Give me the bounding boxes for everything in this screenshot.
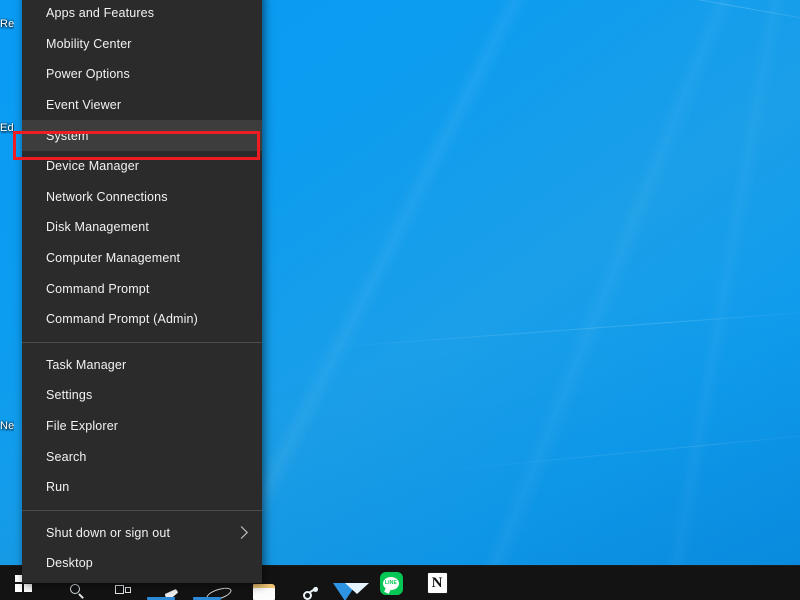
menu-item-label: File Explorer [46, 419, 248, 433]
menu-item-mobility-center[interactable]: Mobility Center [22, 29, 262, 60]
menu-item-system[interactable]: System [22, 120, 262, 151]
menu-item-label: Settings [46, 388, 248, 402]
screen: Recycle Bin Edge Network Apps and Features… [0, 0, 800, 600]
menu-item-label: Task Manager [46, 358, 248, 372]
desktop-icon-label[interactable]: Edge [0, 122, 14, 134]
menu-item-computer-management[interactable]: Computer Management [22, 243, 262, 274]
running-indicator [193, 597, 221, 600]
menu-item-disk-management[interactable]: Disk Management [22, 212, 262, 243]
menu-item-file-explorer[interactable]: File Explorer [22, 411, 262, 442]
menu-item-label: Event Viewer [46, 98, 248, 112]
menu-item-device-manager[interactable]: Device Manager [22, 151, 262, 182]
menu-item-label: Desktop [46, 556, 248, 570]
menu-item-label: Network Connections [46, 190, 248, 204]
wallpaper-light-streak [431, 433, 800, 472]
menu-item-desktop[interactable]: Desktop [22, 548, 262, 579]
menu-item-command-prompt[interactable]: Command Prompt [22, 273, 262, 304]
wallpaper-light-streak [522, 0, 800, 25]
menu-item-shut-down-or-sign-out[interactable]: Shut down or sign out [22, 518, 262, 549]
menu-separator [22, 510, 262, 511]
menu-item-power-options[interactable]: Power Options [22, 59, 262, 90]
menu-item-label: Shut down or sign out [46, 526, 237, 540]
menu-item-settings[interactable]: Settings [22, 380, 262, 411]
menu-item-label: Command Prompt (Admin) [46, 312, 248, 326]
power-user-menu[interactable]: Apps and Features Mobility Center Power Op… [22, 0, 262, 583]
desktop-icon-label[interactable]: Recycle Bin [0, 18, 14, 30]
menu-item-task-manager[interactable]: Task Manager [22, 350, 262, 381]
wallpaper-light-streak [301, 311, 800, 350]
menu-item-search[interactable]: Search [22, 441, 262, 472]
menu-item-label: Power Options [46, 67, 248, 81]
steam-button[interactable] [276, 566, 322, 600]
mail-button[interactable] [322, 566, 368, 600]
menu-item-label: Search [46, 450, 248, 464]
menu-item-command-prompt-admin[interactable]: Command Prompt (Admin) [22, 304, 262, 335]
menu-item-event-viewer[interactable]: Event Viewer [22, 90, 262, 121]
line-messenger-icon: LINE [380, 572, 403, 595]
desktop-icon-label[interactable]: Network [0, 420, 14, 432]
menu-item-label: Run [46, 480, 248, 494]
menu-item-label: Computer Management [46, 251, 248, 265]
menu-item-label: Apps and Features [46, 6, 248, 20]
notion-button[interactable]: N [414, 566, 460, 600]
menu-item-apps-and-features[interactable]: Apps and Features [22, 0, 262, 29]
notion-icon: N [427, 572, 448, 594]
menu-item-label: Mobility Center [46, 37, 248, 51]
menu-item-run[interactable]: Run [22, 472, 262, 503]
line-button[interactable]: LINE [368, 566, 414, 600]
menu-item-network-connections[interactable]: Network Connections [22, 182, 262, 213]
menu-item-label: Command Prompt [46, 282, 248, 296]
chevron-right-icon [235, 526, 248, 539]
menu-item-label: System [46, 129, 248, 143]
menu-item-label: Disk Management [46, 220, 248, 234]
menu-item-label: Device Manager [46, 159, 248, 173]
menu-separator [22, 342, 262, 343]
running-indicator [147, 597, 175, 600]
